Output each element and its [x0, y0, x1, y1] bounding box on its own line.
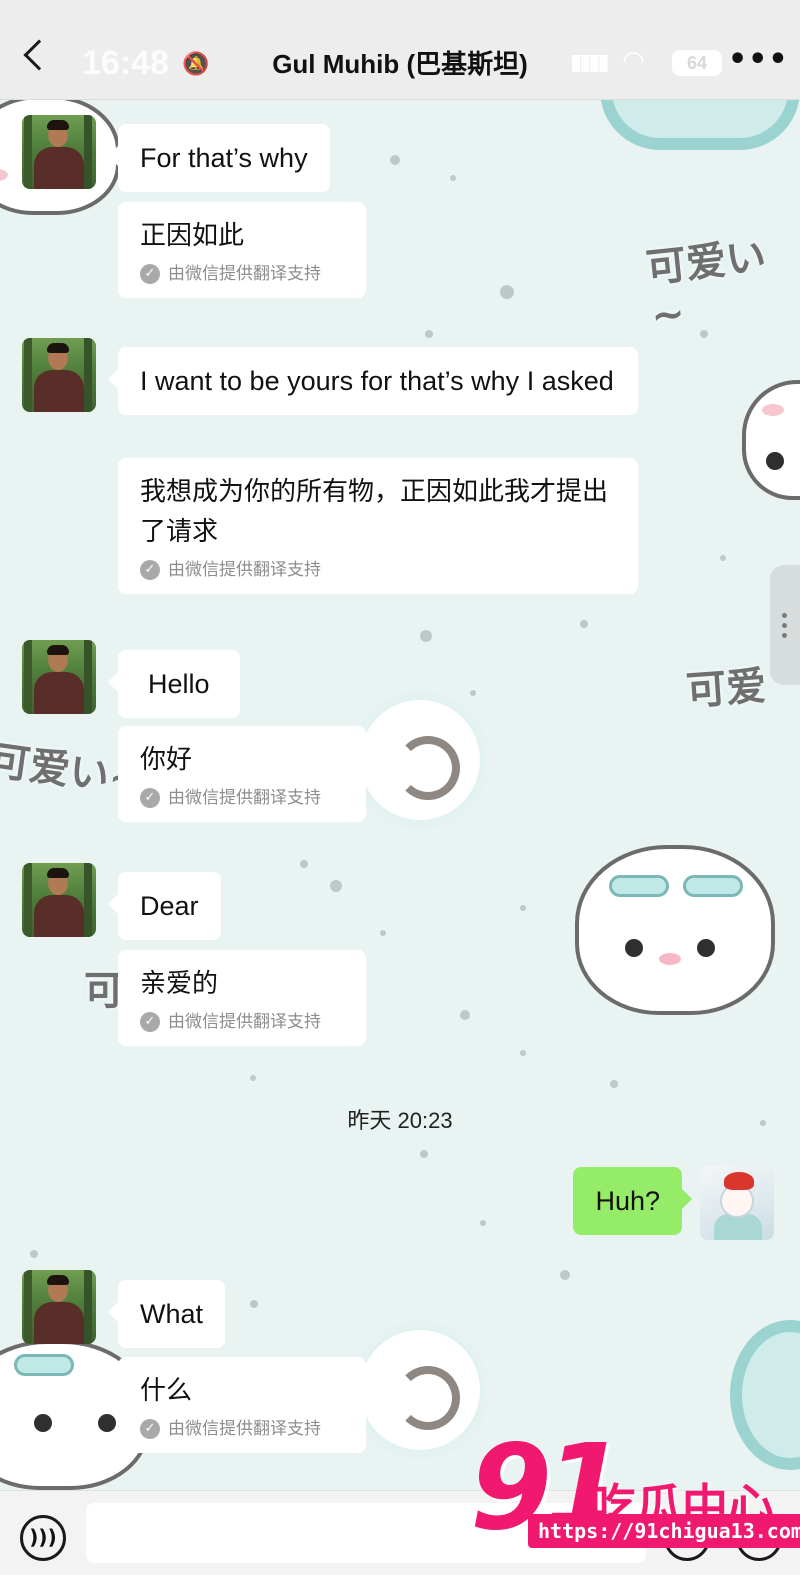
- check-icon: ✓: [140, 1012, 160, 1032]
- my-avatar[interactable]: [700, 1166, 774, 1240]
- translation-note: ✓ 由微信提供翻译支持: [140, 1010, 344, 1034]
- message-bubble[interactable]: For that’s why: [108, 124, 330, 192]
- translation-text: 亲爱的: [140, 969, 219, 999]
- translation-bubble[interactable]: 我想成为你的所有物，正因如此我才提出了请求 ✓ 由微信提供翻译支持: [118, 458, 638, 594]
- message-bubble[interactable]: What: [107, 1280, 226, 1348]
- translation-bubble[interactable]: 你好 ✓ 由微信提供翻译支持: [118, 726, 366, 822]
- message-bubble[interactable]: I want to be yours for that’s why I aske…: [108, 347, 638, 415]
- wifi-icon: ◠: [622, 46, 645, 76]
- message-bubble[interactable]: Hello: [108, 650, 240, 718]
- check-icon: ✓: [140, 264, 160, 284]
- contact-avatar[interactable]: [22, 115, 96, 189]
- more-options-button[interactable]: •••: [728, 42, 789, 77]
- chat-timestamp: 昨天 20:23: [347, 1108, 453, 1133]
- contact-avatar[interactable]: [22, 338, 96, 412]
- my-message-bubble[interactable]: Huh?: [573, 1167, 692, 1235]
- translation-note: ✓ 由微信提供翻译支持: [140, 1417, 344, 1441]
- contact-avatar[interactable]: [22, 863, 96, 937]
- translation-bubble[interactable]: 正因如此 ✓ 由微信提供翻译支持: [118, 202, 366, 298]
- signal-icon: ▮▮▮▮: [570, 50, 609, 75]
- check-icon: ✓: [140, 1419, 160, 1439]
- translation-note: ✓ 由微信提供翻译支持: [140, 786, 344, 810]
- translation-text: 你好: [140, 745, 193, 775]
- voice-input-button[interactable]: ))): [20, 1515, 66, 1561]
- message-list[interactable]: For that’s why 正因如此 ✓ 由微信提供翻译支持 I want to…: [0, 100, 800, 1490]
- translation-text: 我想成为你的所有物，正因如此我才提出了请求: [140, 477, 609, 547]
- translation-bubble[interactable]: 亲爱的 ✓ 由微信提供翻译支持: [118, 950, 366, 1046]
- translation-note: ✓ 由微信提供翻译支持: [140, 558, 616, 582]
- contact-avatar[interactable]: [22, 1270, 96, 1344]
- check-icon: ✓: [140, 560, 160, 580]
- contact-avatar[interactable]: [22, 640, 96, 714]
- battery-icon: 64: [672, 50, 722, 76]
- check-icon: ✓: [140, 788, 160, 808]
- message-bubble[interactable]: Dear: [108, 872, 221, 940]
- translation-note: ✓ 由微信提供翻译支持: [140, 262, 344, 286]
- translation-text: 正因如此: [140, 221, 245, 251]
- translation-text: 什么: [140, 1376, 193, 1406]
- side-drag-handle[interactable]: [770, 565, 800, 685]
- chat-header: 16:48 🔕 Gul Muhib (巴基斯坦) ▮▮▮▮ ◠ 64 •••: [0, 0, 800, 100]
- watermark-url: https://91chigua13.com: [528, 1514, 800, 1548]
- translation-bubble[interactable]: 什么 ✓ 由微信提供翻译支持: [118, 1357, 366, 1453]
